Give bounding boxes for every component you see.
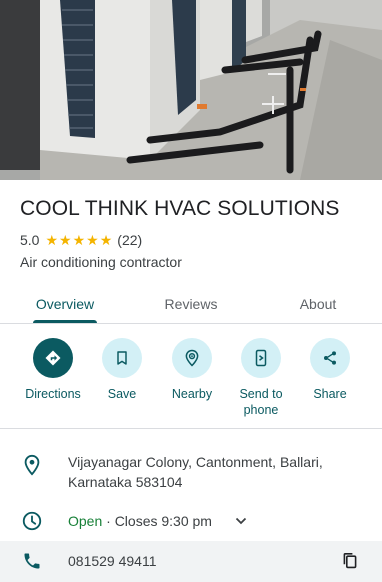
closing-time: · Closes 9:30 pm	[102, 513, 212, 529]
tab-bar: Overview Reviews About	[0, 284, 382, 324]
bookmark-icon	[102, 338, 142, 378]
rating-value: 5.0	[20, 232, 40, 248]
clock-icon	[22, 511, 42, 531]
action-bar: Directions Save Nearby Send to phone Sha…	[0, 338, 382, 426]
tab-overview[interactable]: Overview	[20, 284, 110, 324]
hours-row[interactable]: Open · Closes 9:30 pm	[0, 510, 382, 532]
place-category[interactable]: Air conditioning contractor	[20, 254, 182, 270]
open-status: Open	[68, 513, 103, 529]
rating-row[interactable]: 5.0 ★ ★ ★ ★ ★ (22)	[20, 232, 142, 248]
share-icon	[310, 338, 350, 378]
chevron-down-icon[interactable]	[235, 516, 247, 526]
star-icon: ★	[99, 232, 113, 248]
save-label: Save	[107, 387, 137, 401]
nearby-button[interactable]: Nearby	[157, 338, 227, 402]
send-to-phone-button[interactable]: Send to phone	[226, 338, 296, 418]
star-rating: ★ ★ ★ ★ ★	[45, 233, 113, 247]
send-to-phone-icon	[241, 338, 281, 378]
share-label: Share	[313, 387, 347, 401]
phone-number: 081529 49411	[68, 553, 157, 569]
star-icon: ★	[45, 232, 59, 248]
directions-icon	[33, 338, 73, 378]
star-icon: ★	[72, 232, 86, 248]
star-icon: ★	[86, 232, 99, 248]
tab-reviews[interactable]: Reviews	[146, 284, 236, 324]
place-title: COOL THINK HVAC SOLUTIONS	[20, 197, 340, 220]
phone-row[interactable]: 081529 49411	[0, 541, 382, 582]
review-count: (22)	[117, 232, 143, 248]
nearby-icon	[172, 338, 212, 378]
share-button[interactable]: Share	[295, 338, 365, 402]
place-photo[interactable]	[0, 0, 382, 180]
save-button[interactable]: Save	[87, 338, 157, 402]
nearby-label: Nearby	[171, 387, 213, 401]
copy-icon[interactable]	[342, 552, 358, 570]
location-pin-icon	[24, 454, 40, 476]
active-tab-indicator	[33, 320, 97, 323]
rooftop-ac-units-photo	[0, 0, 382, 180]
section-divider	[0, 428, 382, 429]
directions-label: Directions	[25, 387, 81, 401]
star-icon: ★	[59, 232, 72, 248]
address-row[interactable]: Vijayanagar Colony, Cantonment, Ballari,…	[0, 452, 382, 494]
directions-button[interactable]: Directions	[18, 338, 88, 402]
address-text: Vijayanagar Colony, Cantonment, Ballari,…	[68, 454, 323, 490]
tab-about[interactable]: About	[273, 284, 363, 324]
hours-text: Open · Closes 9:30 pm	[68, 511, 212, 531]
send-to-phone-label: Send to phone	[239, 387, 283, 417]
phone-icon	[24, 553, 40, 569]
